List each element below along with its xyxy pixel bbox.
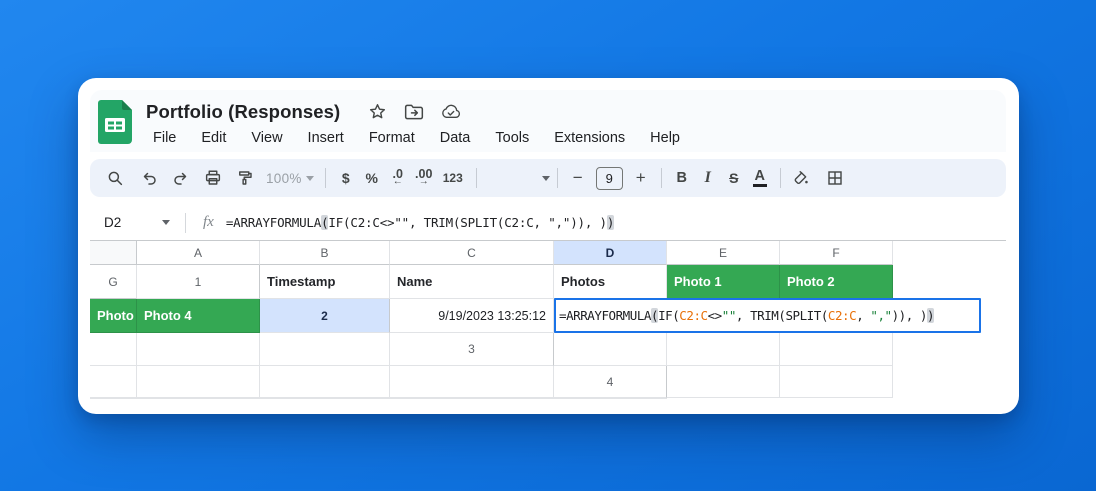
zoom-selector[interactable]: 100% — [266, 171, 314, 186]
cell-b1[interactable]: Name — [390, 265, 554, 299]
cell-e1[interactable]: Photo 2 — [780, 265, 893, 299]
cell-d1[interactable]: Photo 1 — [667, 265, 780, 299]
app-header: Portfolio (Responses) File Edit View Ins… — [90, 90, 1006, 152]
cell-a2[interactable]: 9/19/2023 13:25:12 — [390, 299, 554, 333]
sheets-window: Portfolio (Responses) File Edit View Ins… — [78, 78, 1019, 414]
menu-help[interactable]: Help — [643, 129, 687, 147]
cell-f2[interactable] — [137, 333, 260, 366]
document-title[interactable]: Portfolio (Responses) — [146, 101, 340, 123]
row-header-2[interactable]: 2 — [260, 299, 390, 333]
font-size-input[interactable]: 9 — [595, 166, 623, 190]
cell-g1[interactable]: Photo 4 — [137, 299, 260, 333]
fill-color-icon[interactable] — [788, 165, 814, 191]
undo-icon[interactable] — [136, 165, 162, 191]
spreadsheet-grid: A B C D E F G 1 Timestamp Name Photos Ph… — [90, 240, 1006, 399]
menu-file[interactable]: File — [146, 129, 183, 147]
cell-e2[interactable] — [90, 333, 137, 366]
toolbar: 100% $ % .0 ← .00 → 123 − 9 + B I S A — [90, 159, 1006, 197]
chevron-down-icon[interactable] — [541, 175, 550, 181]
borders-icon[interactable] — [822, 165, 848, 191]
toolbar-divider — [324, 168, 326, 188]
menu-bar: File Edit View Insert Format Data Tools … — [146, 129, 687, 147]
column-header-d[interactable]: D — [554, 241, 667, 265]
cell-f4[interactable] — [390, 398, 554, 399]
move-to-folder-icon[interactable] — [404, 102, 424, 122]
fx-icon: fx — [203, 214, 214, 230]
zoom-value: 100% — [266, 170, 302, 186]
print-icon[interactable] — [200, 165, 226, 191]
row-header-3[interactable]: 3 — [390, 333, 554, 366]
formula-bar: D2 fx =ARRAYFORMULA(IF(C2:C<>"", TRIM(SP… — [90, 206, 1006, 239]
cell-e4[interactable] — [260, 398, 390, 399]
row-header-1[interactable]: 1 — [137, 265, 260, 299]
increase-decimal-button[interactable]: .00 → — [411, 165, 437, 191]
cell-a4[interactable] — [667, 366, 780, 398]
cell-f3[interactable] — [260, 366, 390, 398]
cell-g2[interactable] — [260, 333, 390, 366]
google-sheets-logo-icon — [98, 100, 132, 144]
cell-a3[interactable] — [554, 333, 667, 366]
decrease-font-size-button[interactable]: − — [565, 165, 591, 191]
chevron-down-icon — [305, 175, 314, 181]
cell-c4[interactable] — [90, 398, 137, 399]
cell-d4[interactable] — [137, 398, 260, 399]
column-header-f[interactable]: F — [780, 241, 893, 265]
cell-e3[interactable] — [137, 366, 260, 398]
text-color-button[interactable]: A — [747, 165, 773, 191]
menu-view[interactable]: View — [244, 129, 289, 147]
decrease-decimal-button[interactable]: .0 ← — [385, 165, 411, 191]
increase-font-size-button[interactable]: + — [628, 165, 654, 191]
redo-icon[interactable] — [168, 165, 194, 191]
column-header-b[interactable]: B — [260, 241, 390, 265]
chevron-down-icon — [162, 220, 170, 225]
toolbar-divider — [779, 168, 781, 188]
menu-extensions[interactable]: Extensions — [547, 129, 632, 147]
menu-data[interactable]: Data — [433, 129, 478, 147]
cell-c3[interactable] — [780, 333, 893, 366]
bold-button[interactable]: B — [669, 165, 695, 191]
formula-input[interactable]: =ARRAYFORMULA(IF(C2:C<>"", TRIM(SPLIT(C2… — [226, 215, 614, 230]
column-header-e[interactable]: E — [667, 241, 780, 265]
toolbar-divider — [660, 168, 662, 188]
more-formats-button[interactable]: 123 — [437, 165, 469, 191]
menu-tools[interactable]: Tools — [488, 129, 536, 147]
cloud-saved-icon[interactable] — [441, 102, 461, 122]
cell-formula-text: =ARRAYFORMULA(IF(C2:C<>"", TRIM(SPLIT(C2… — [559, 308, 935, 323]
cell-editor-d2[interactable]: =ARRAYFORMULA(IF(C2:C<>"", TRIM(SPLIT(C2… — [554, 298, 981, 333]
cell-g3[interactable] — [390, 366, 554, 398]
column-header-a[interactable]: A — [137, 241, 260, 265]
column-header-c[interactable]: C — [390, 241, 554, 265]
column-header-g[interactable]: G — [90, 265, 137, 299]
menu-insert[interactable]: Insert — [301, 129, 351, 147]
search-icon[interactable] — [102, 165, 128, 191]
cell-g4[interactable] — [554, 398, 667, 399]
menu-edit[interactable]: Edit — [194, 129, 233, 147]
strikethrough-button[interactable]: S — [721, 165, 747, 191]
row-header-4[interactable]: 4 — [554, 366, 667, 398]
active-cell-reference: D2 — [104, 215, 122, 230]
name-box[interactable]: D2 — [90, 215, 178, 230]
cell-b4[interactable] — [780, 366, 893, 398]
menu-format[interactable]: Format — [362, 129, 422, 147]
select-all-corner[interactable] — [90, 241, 137, 265]
toolbar-divider — [475, 168, 477, 188]
format-percent-button[interactable]: % — [359, 165, 385, 191]
format-currency-button[interactable]: $ — [333, 165, 359, 191]
cell-b3[interactable] — [667, 333, 780, 366]
toolbar-divider — [556, 168, 558, 188]
italic-button[interactable]: I — [695, 165, 721, 191]
cell-c1[interactable]: Photos — [554, 265, 667, 299]
cell-d3[interactable] — [90, 366, 137, 398]
cell-a1[interactable]: Timestamp — [260, 265, 390, 299]
formula-bar-divider — [185, 212, 186, 233]
cell-f1[interactable]: Photo 3 — [90, 299, 137, 333]
paint-format-icon[interactable] — [232, 165, 258, 191]
star-icon[interactable] — [367, 102, 387, 122]
